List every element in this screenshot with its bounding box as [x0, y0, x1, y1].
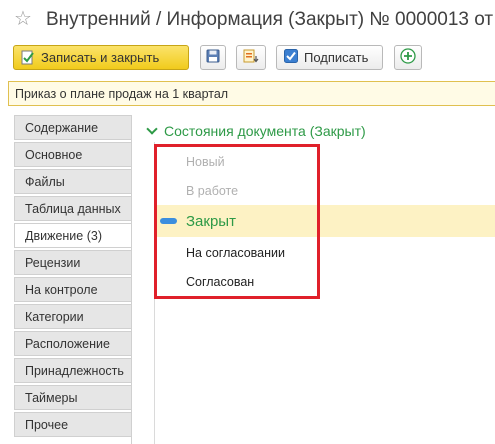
- sign-checkbox-icon: [284, 49, 298, 66]
- tab-categories[interactable]: Категории: [14, 304, 132, 329]
- tab-content[interactable]: Содержание: [14, 115, 132, 140]
- document-create-icon: [242, 49, 260, 67]
- save-button[interactable]: [200, 45, 226, 70]
- tab-reviews[interactable]: Рецензии: [14, 250, 132, 275]
- tab-location[interactable]: Расположение: [14, 331, 132, 356]
- window-title: Внутренний / Информация (Закрыт) № 00000…: [46, 9, 494, 30]
- save-and-close-label: Записать и закрыть: [41, 50, 160, 65]
- star-icon[interactable]: ☆: [14, 8, 32, 30]
- document-check-icon: [20, 50, 35, 65]
- tab-affiliation[interactable]: Принадлежность: [14, 358, 132, 383]
- tab-on-control[interactable]: На контроле: [14, 277, 132, 302]
- toolbar: Записать и закрыть Подписать: [0, 40, 495, 74]
- tab-other[interactable]: Прочее: [14, 412, 132, 437]
- sign-button[interactable]: Подписать: [276, 45, 383, 70]
- states-group-header[interactable]: Состояния документа (Закрыт): [146, 123, 366, 139]
- title-bar: ☆ Внутренний / Информация (Закрыт) № 000…: [0, 0, 495, 40]
- states-group-title: Состояния документа (Закрыт): [164, 123, 366, 139]
- highlight-frame: [154, 144, 320, 299]
- tab-timers[interactable]: Таймеры: [14, 385, 132, 410]
- side-tabs: Содержание Основное Файлы Таблица данных…: [14, 115, 132, 439]
- save-icon: [206, 49, 220, 66]
- tab-main[interactable]: Основное: [14, 142, 132, 167]
- sign-label: Подписать: [304, 50, 369, 65]
- subject-field[interactable]: Приказ о плане продаж на 1 квартал: [8, 81, 495, 106]
- chevron-down-icon: [146, 123, 158, 135]
- create-based-on-button[interactable]: [236, 45, 266, 70]
- tab-movement[interactable]: Движение (3): [14, 223, 132, 248]
- tabs-divider: [131, 115, 132, 444]
- save-and-close-button[interactable]: Записать и закрыть: [13, 45, 189, 70]
- tab-files[interactable]: Файлы: [14, 169, 132, 194]
- tab-data-table[interactable]: Таблица данных: [14, 196, 132, 221]
- add-button[interactable]: [394, 45, 422, 70]
- add-icon: [400, 48, 416, 67]
